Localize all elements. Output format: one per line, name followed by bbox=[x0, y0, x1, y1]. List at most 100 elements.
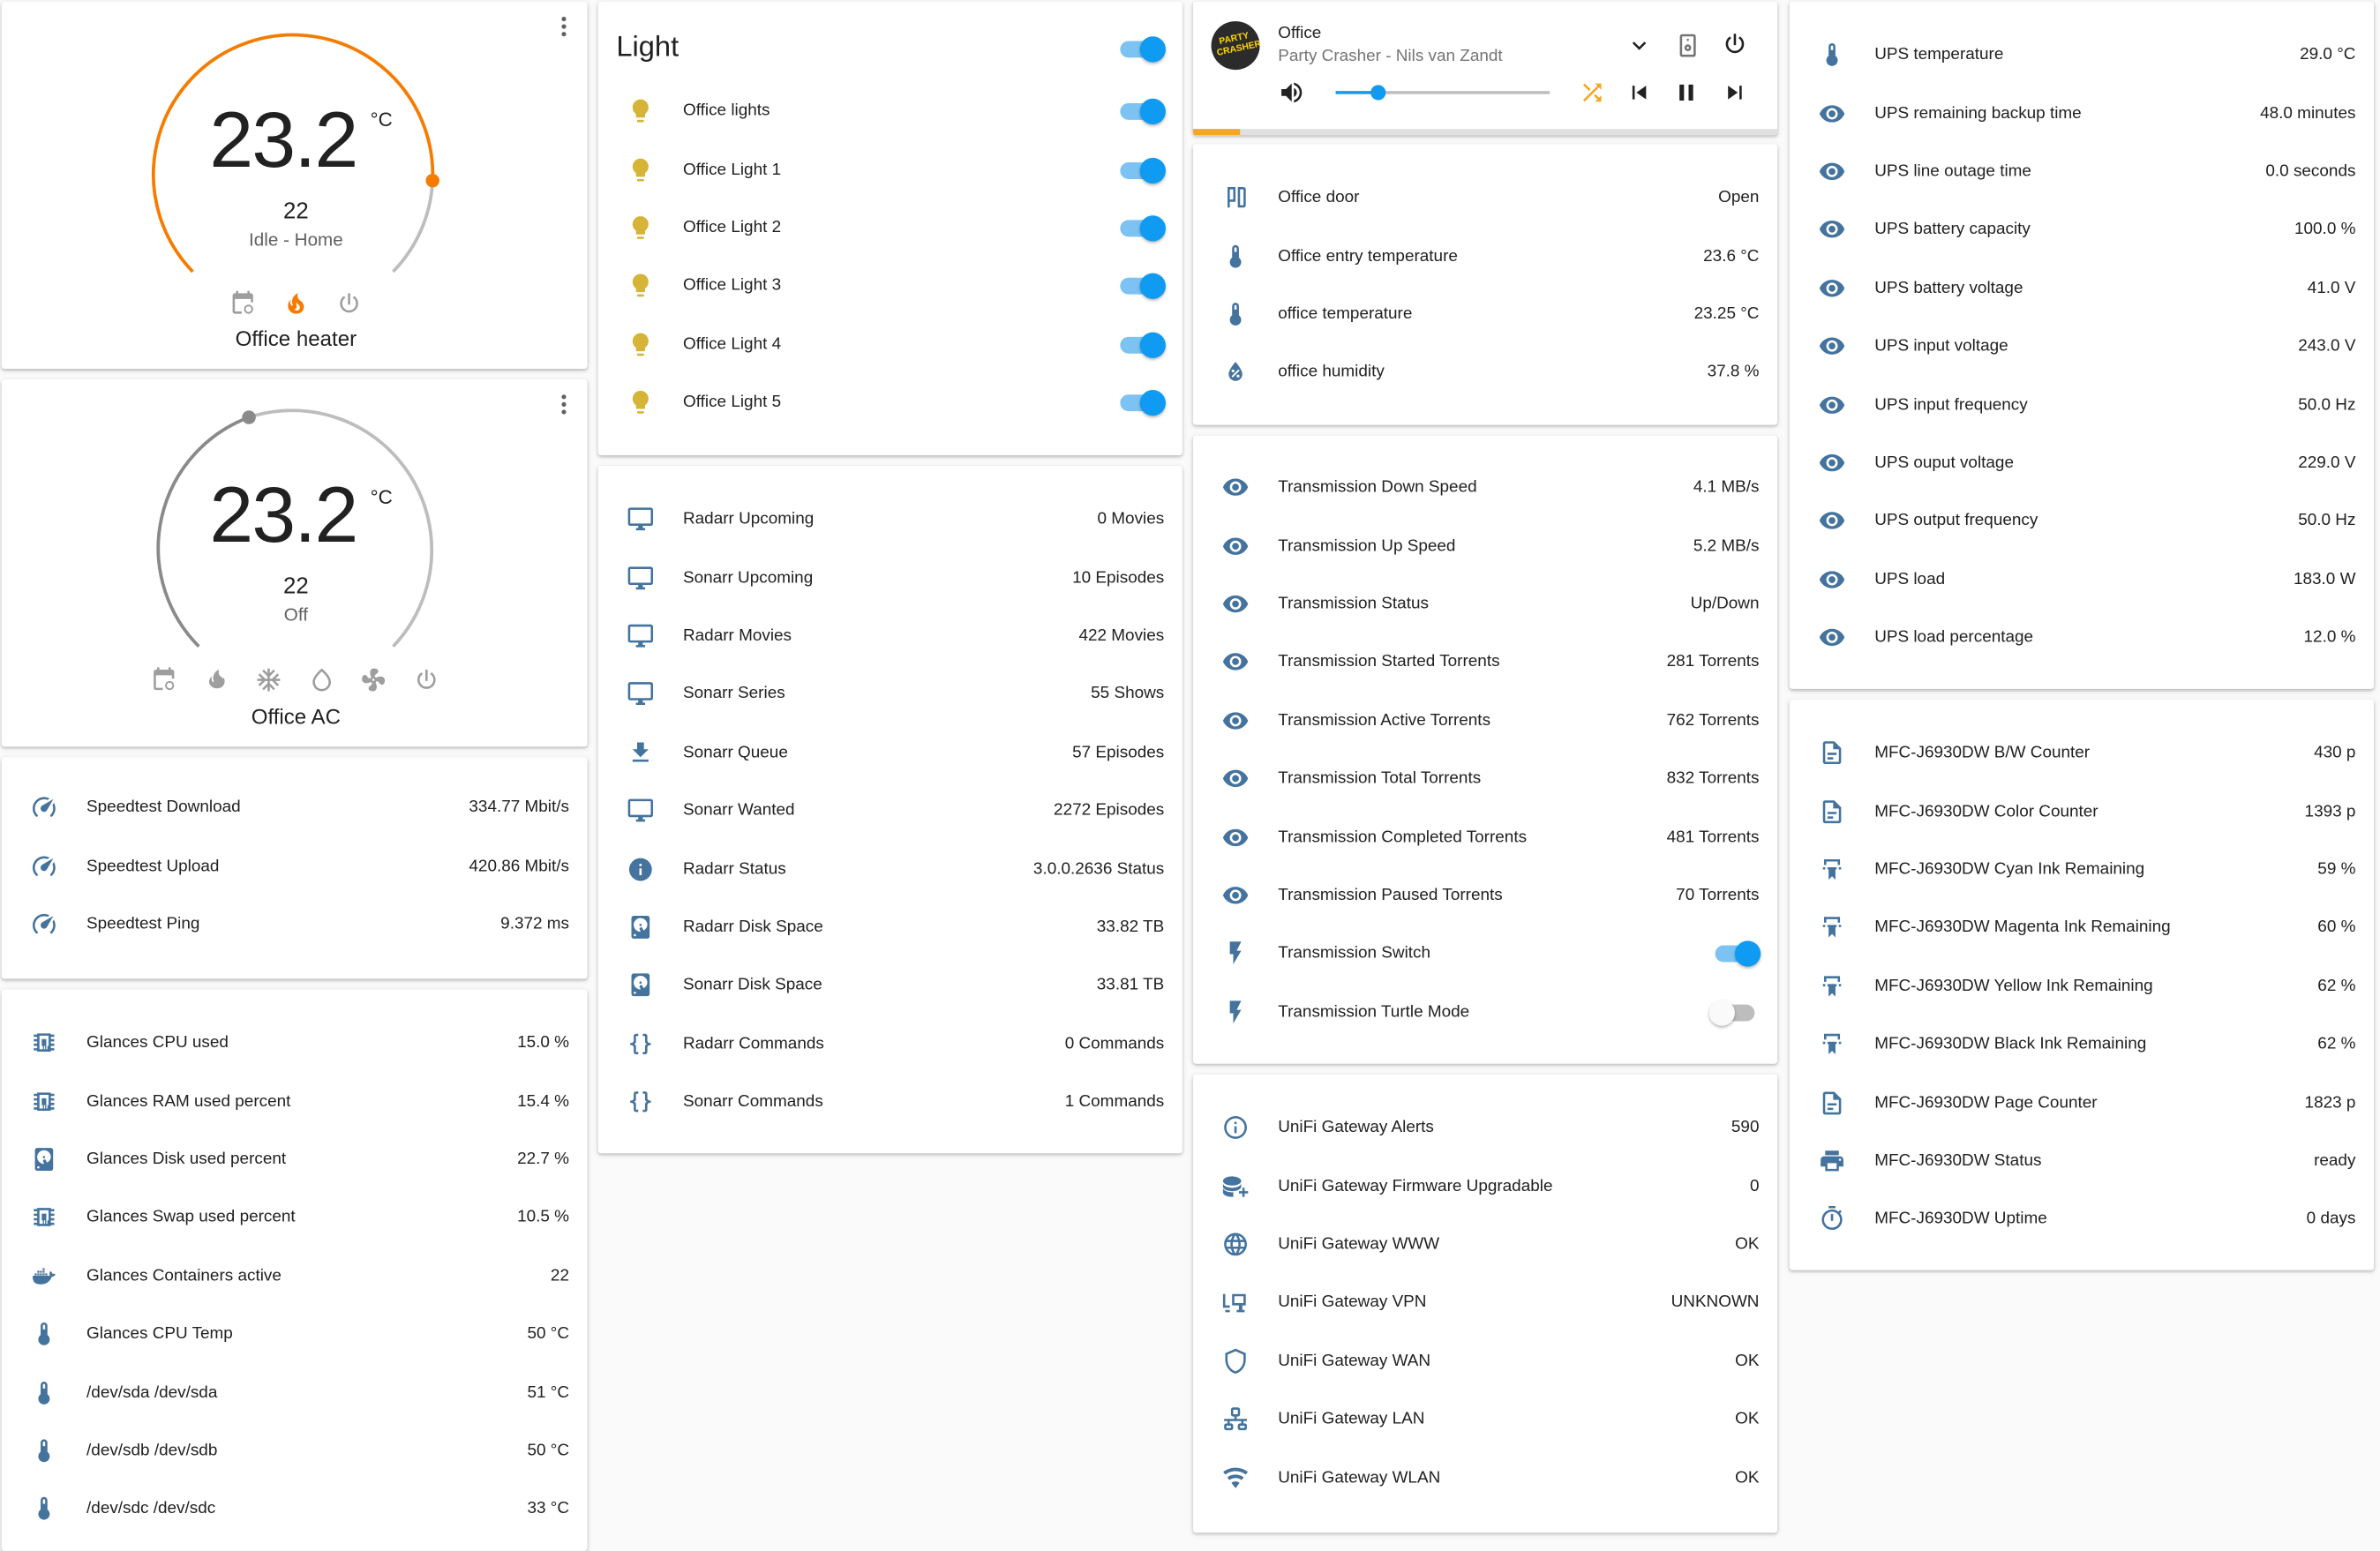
entity-row-ups-load-percentage[interactable]: UPS load percentage 12.0 % bbox=[1790, 609, 2374, 667]
entity-row-ups-input-voltage[interactable]: UPS input voltage 243.0 V bbox=[1790, 317, 2374, 375]
entity-row-mfc-j6930dw-cyan-ink-remaining[interactable]: MFC-J6930DW Cyan Ink Remaining 59 % bbox=[1790, 841, 2374, 899]
volume-slider-handle[interactable] bbox=[1370, 85, 1386, 101]
snowflake-icon[interactable] bbox=[255, 666, 282, 693]
entity-row-unifi-gateway-firmware-upgradable[interactable]: UniFi Gateway Firmware Upgradable 0 bbox=[1193, 1157, 1777, 1215]
entity-row-ups-input-frequency[interactable]: UPS input frequency 50.0 Hz bbox=[1790, 376, 2374, 434]
entity-row-ups-line-outage-time[interactable]: UPS line outage time 0.0 seconds bbox=[1790, 142, 2374, 200]
light-group-toggle[interactable] bbox=[1117, 36, 1166, 63]
light-row-office-light-4[interactable]: Office Light 4 bbox=[598, 315, 1182, 373]
light-row-office-light-3[interactable]: Office Light 3 bbox=[598, 257, 1182, 315]
heat-mode-icon[interactable] bbox=[203, 666, 230, 693]
speaker-icon[interactable] bbox=[1674, 32, 1701, 59]
entity-row-ups-ouput-voltage[interactable]: UPS ouput voltage 229.0 V bbox=[1790, 434, 2374, 492]
entity-row-office-temperature[interactable]: office temperature 23.25 °C bbox=[1193, 285, 1777, 343]
entity-row-ups-remaining-backup-time[interactable]: UPS remaining backup time 48.0 minutes bbox=[1790, 84, 2374, 142]
entity-row-dev-sda-dev-sda[interactable]: /dev/sda /dev/sda 51 °C bbox=[2, 1363, 588, 1421]
dry-mode-icon[interactable] bbox=[308, 666, 335, 693]
entity-row-unifi-gateway-wan[interactable]: UniFi Gateway WAN OK bbox=[1193, 1331, 1777, 1390]
light-row-office-light-2[interactable]: Office Light 2 bbox=[598, 199, 1182, 257]
entity-row-sonarr-commands[interactable]: Sonarr Commands 1 Commands bbox=[598, 1073, 1182, 1131]
entity-row-glances-containers-active[interactable]: Glances Containers active 22 bbox=[2, 1247, 588, 1305]
entity-row-ups-battery-voltage[interactable]: UPS battery voltage 41.0 V bbox=[1790, 258, 2374, 317]
entity-row-radarr-movies[interactable]: Radarr Movies 422 Movies bbox=[598, 607, 1182, 665]
entity-row-mfc-j6930dw-yellow-ink-remaining[interactable]: MFC-J6930DW Yellow Ink Remaining 62 % bbox=[1790, 957, 2374, 1015]
pause-icon[interactable] bbox=[1672, 79, 1700, 106]
entity-row-radarr-commands[interactable]: Radarr Commands 0 Commands bbox=[598, 1015, 1182, 1073]
volume-slider[interactable] bbox=[1335, 85, 1550, 101]
entity-row-sonarr-queue[interactable]: Sonarr Queue 57 Episodes bbox=[598, 723, 1182, 782]
previous-track-icon[interactable] bbox=[1625, 79, 1653, 106]
light-toggle[interactable] bbox=[1117, 99, 1166, 125]
entity-row-transmission-total-torrents[interactable]: Transmission Total Torrents 832 Torrents bbox=[1193, 750, 1777, 808]
entity-row-sonarr-upcoming[interactable]: Sonarr Upcoming 10 Episodes bbox=[598, 549, 1182, 607]
entity-row-radarr-upcoming[interactable]: Radarr Upcoming 0 Movies bbox=[598, 491, 1182, 549]
power-off-icon[interactable] bbox=[413, 666, 440, 693]
entity-row-sonarr-disk-space[interactable]: Sonarr Disk Space 33.81 TB bbox=[598, 956, 1182, 1015]
entity-row-glances-disk-used-percent[interactable]: Glances Disk used percent 22.7 % bbox=[2, 1130, 588, 1188]
light-toggle[interactable] bbox=[1117, 215, 1166, 242]
volume-icon[interactable] bbox=[1278, 79, 1305, 106]
light-row-office-light-5[interactable]: Office Light 5 bbox=[598, 373, 1182, 431]
next-track-icon[interactable] bbox=[1721, 79, 1748, 106]
entity-row-sonarr-wanted[interactable]: Sonarr Wanted 2272 Episodes bbox=[598, 782, 1182, 840]
entity-row-office-door[interactable]: Office door Open bbox=[1193, 169, 1777, 227]
entity-row-office-humidity[interactable]: office humidity 37.8 % bbox=[1193, 343, 1777, 401]
entity-row-glances-cpu-temp[interactable]: Glances CPU Temp 50 °C bbox=[2, 1305, 588, 1363]
entity-row-mfc-j6930dw-page-counter[interactable]: MFC-J6930DW Page Counter 1823 p bbox=[1790, 1074, 2374, 1132]
entity-row-transmission-up-speed[interactable]: Transmission Up Speed 5.2 MB/s bbox=[1193, 516, 1777, 574]
entity-row-mfc-j6930dw-b-w-counter[interactable]: MFC-J6930DW B/W Counter 430 p bbox=[1790, 723, 2374, 782]
entity-row-transmission-started-torrents[interactable]: Transmission Started Torrents 281 Torrent… bbox=[1193, 633, 1777, 692]
entity-row-dev-sdc-dev-sdc[interactable]: /dev/sdc /dev/sdc 33 °C bbox=[2, 1480, 588, 1538]
entity-row-unifi-gateway-www[interactable]: UniFi Gateway WWW OK bbox=[1193, 1215, 1777, 1273]
entity-row-transmission-paused-torrents[interactable]: Transmission Paused Torrents 70 Torrents bbox=[1193, 866, 1777, 925]
schedule-mode-icon[interactable] bbox=[150, 666, 177, 693]
heat-mode-icon[interactable] bbox=[282, 290, 310, 318]
entity-row-speedtest-upload[interactable]: Speedtest Upload 420.86 Mbit/s bbox=[2, 836, 588, 895]
power-off-icon[interactable] bbox=[335, 290, 363, 318]
entity-row-radarr-disk-space[interactable]: Radarr Disk Space 33.82 TB bbox=[598, 898, 1182, 956]
light-row-office-light-1[interactable]: Office Light 1 bbox=[598, 140, 1182, 199]
heater-name[interactable]: Office heater bbox=[144, 326, 447, 351]
entity-row-ups-output-frequency[interactable]: UPS output frequency 50.0 Hz bbox=[1790, 492, 2374, 551]
entity-row-mfc-j6930dw-uptime[interactable]: MFC-J6930DW Uptime 0 days bbox=[1790, 1190, 2374, 1248]
entity-row-mfc-j6930dw-status[interactable]: MFC-J6930DW Status ready bbox=[1790, 1132, 2374, 1190]
light-toggle[interactable] bbox=[1117, 332, 1166, 358]
entity-row-glances-ram-used-percent[interactable]: Glances RAM used percent 15.4 % bbox=[2, 1072, 588, 1130]
entity-row-transmission-down-speed[interactable]: Transmission Down Speed 4.1 MB/s bbox=[1193, 458, 1777, 516]
entity-row-dev-sdb-dev-sdb[interactable]: /dev/sdb /dev/sdb 50 °C bbox=[2, 1421, 588, 1480]
entity-toggle[interactable] bbox=[1712, 941, 1761, 968]
chevron-down-icon[interactable] bbox=[1625, 32, 1653, 59]
entity-row-unifi-gateway-alerts[interactable]: UniFi Gateway Alerts 590 bbox=[1193, 1098, 1777, 1157]
power-icon[interactable] bbox=[1721, 30, 1748, 57]
entity-row-unifi-gateway-wlan[interactable]: UniFi Gateway WLAN OK bbox=[1193, 1449, 1777, 1507]
entity-row-ups-load[interactable]: UPS load 183.0 W bbox=[1790, 551, 2374, 609]
entity-row-transmission-active-torrents[interactable]: Transmission Active Torrents 762 Torrents bbox=[1193, 692, 1777, 750]
entity-row-glances-cpu-used[interactable]: Glances CPU used 15.0 % bbox=[2, 1014, 588, 1072]
entity-row-office-entry-temperature[interactable]: Office entry temperature 23.6 °C bbox=[1193, 227, 1777, 285]
light-toggle[interactable] bbox=[1117, 157, 1166, 184]
fan-icon[interactable] bbox=[360, 666, 387, 693]
entity-row-speedtest-ping[interactable]: Speedtest Ping 9.372 ms bbox=[2, 895, 588, 953]
shuffle-icon[interactable] bbox=[1579, 79, 1606, 106]
entity-row-transmission-switch[interactable]: Transmission Switch bbox=[1193, 925, 1777, 983]
ac-dial[interactable] bbox=[2, 379, 588, 746]
entity-row-radarr-status[interactable]: Radarr Status 3.0.0.2636 Status bbox=[598, 840, 1182, 898]
entity-row-mfc-j6930dw-black-ink-remaining[interactable]: MFC-J6930DW Black Ink Remaining 62 % bbox=[1790, 1015, 2374, 1074]
playback-progress-bar[interactable] bbox=[1192, 129, 1778, 136]
light-row-office-lights[interactable]: Office lights bbox=[598, 82, 1182, 140]
entity-row-mfc-j6930dw-magenta-ink-remaining[interactable]: MFC-J6930DW Magenta Ink Remaining 60 % bbox=[1790, 899, 2374, 957]
entity-row-mfc-j6930dw-color-counter[interactable]: MFC-J6930DW Color Counter 1393 p bbox=[1790, 782, 2374, 840]
entity-row-ups-temperature[interactable]: UPS temperature 29.0 °C bbox=[1790, 26, 2374, 84]
entity-toggle[interactable] bbox=[1708, 1000, 1758, 1026]
entity-row-transmission-turtle-mode[interactable]: Transmission Turtle Mode bbox=[1193, 983, 1777, 1041]
entity-row-ups-battery-capacity[interactable]: UPS battery capacity 100.0 % bbox=[1790, 200, 2374, 258]
schedule-mode-icon[interactable] bbox=[229, 290, 257, 318]
entity-row-unifi-gateway-lan[interactable]: UniFi Gateway LAN OK bbox=[1193, 1390, 1777, 1449]
entity-row-sonarr-series[interactable]: Sonarr Series 55 Shows bbox=[598, 665, 1182, 723]
entity-row-unifi-gateway-vpn[interactable]: UniFi Gateway VPN UNKNOWN bbox=[1193, 1273, 1777, 1331]
light-toggle[interactable] bbox=[1117, 390, 1166, 416]
entity-row-transmission-completed-torrents[interactable]: Transmission Completed Torrents 481 Torre… bbox=[1193, 808, 1777, 866]
entity-row-speedtest-download[interactable]: Speedtest Download 334.77 Mbit/s bbox=[2, 778, 588, 836]
entity-row-transmission-status[interactable]: Transmission Status Up/Down bbox=[1193, 575, 1777, 633]
entity-row-glances-swap-used-percent[interactable]: Glances Swap used percent 10.5 % bbox=[2, 1188, 588, 1247]
